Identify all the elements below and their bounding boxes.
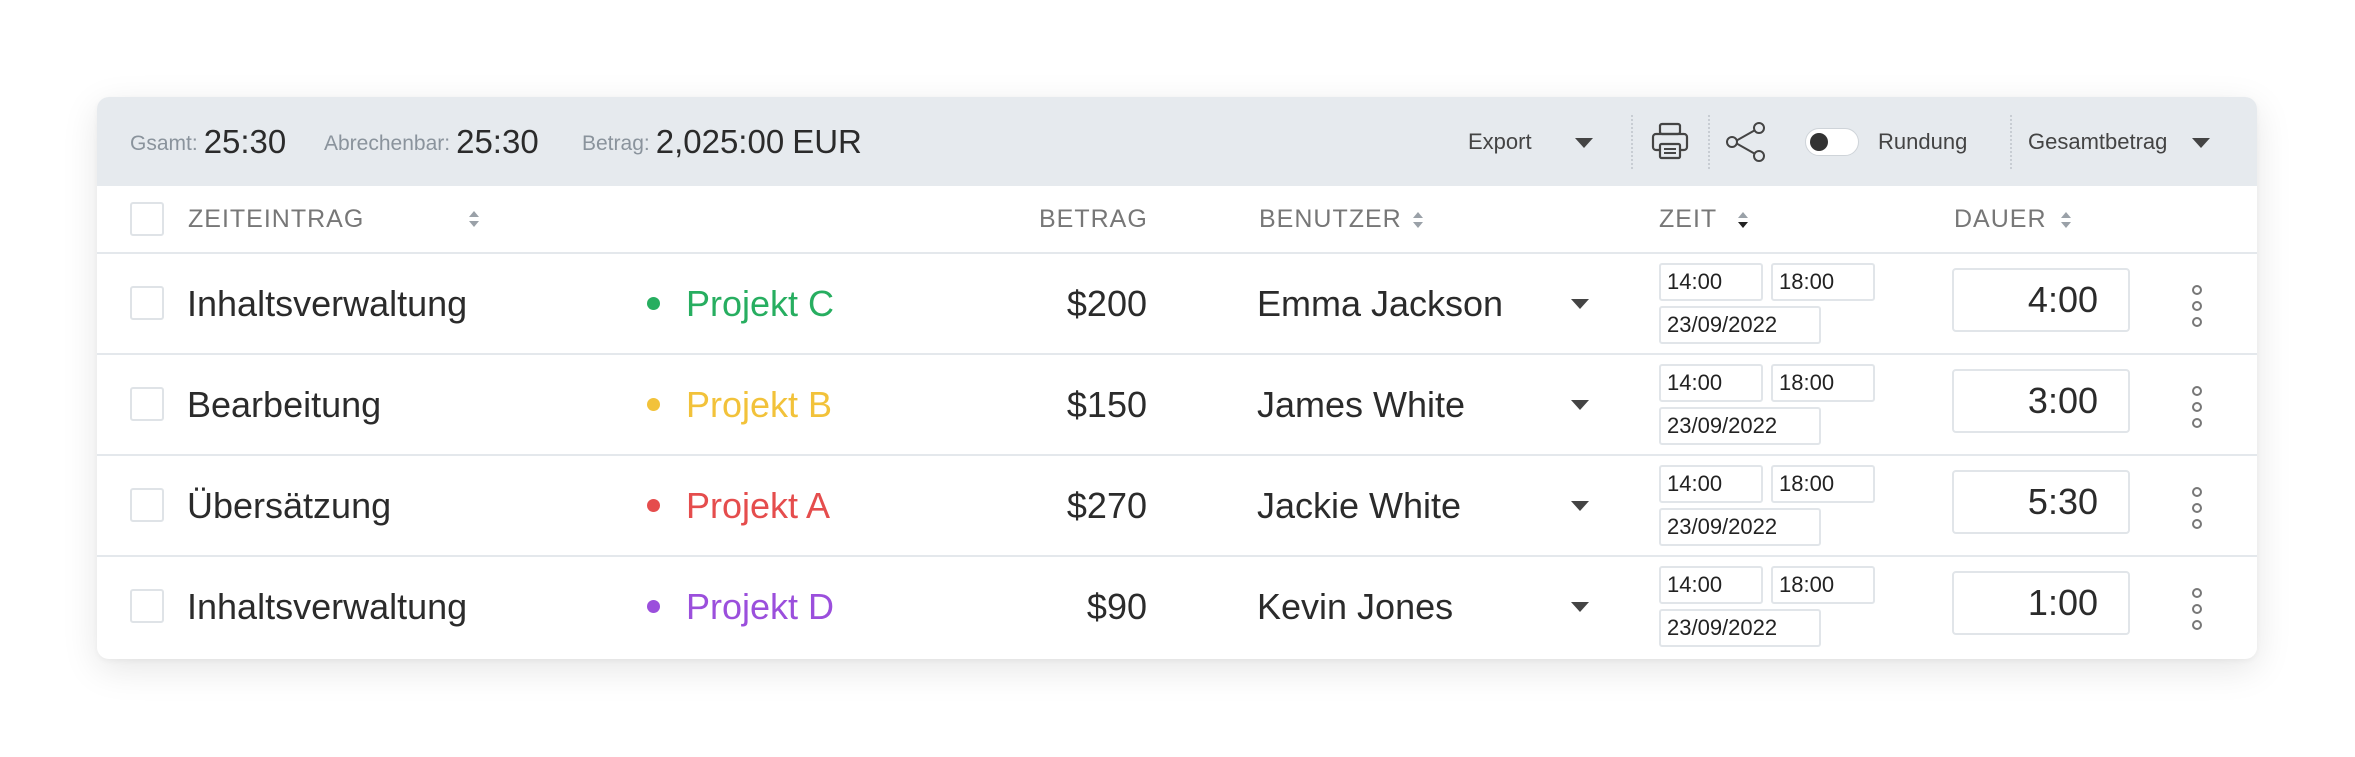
entry-description[interactable]: Übersätzung: [187, 456, 391, 555]
total-label: Gsamt:: [130, 131, 198, 155]
billable-label: Abrechenbar:: [324, 131, 451, 155]
chevron-down-icon: [1575, 138, 1593, 148]
column-header-amount: BETRAG: [1039, 204, 1148, 233]
project-color-dot: [647, 600, 660, 613]
row-checkbox[interactable]: [130, 387, 164, 421]
sort-icon[interactable]: [1412, 210, 1424, 230]
entry-amount: $200: [1066, 282, 1147, 324]
table-header: ZEITEINTRAG BETRAG BENUTZER ZEIT DAUER: [97, 186, 2257, 254]
rounding-toggle[interactable]: [1805, 128, 1859, 156]
row-checkbox[interactable]: [130, 488, 164, 522]
user-name[interactable]: Emma Jackson: [1257, 254, 1503, 353]
duration-input[interactable]: 5:30: [1952, 470, 2130, 534]
start-time-input[interactable]: 14:00: [1659, 263, 1763, 301]
total-summary: Gsamt: 25:30: [130, 97, 286, 186]
total-value: 25:30: [203, 122, 287, 160]
project-color-dot: [647, 499, 660, 512]
project-label[interactable]: Projekt C: [647, 254, 834, 353]
project-label[interactable]: Projekt A: [647, 456, 830, 555]
chevron-down-icon: [2192, 138, 2210, 148]
project-label[interactable]: Projekt D: [647, 557, 834, 656]
start-time-input[interactable]: 14:00: [1659, 465, 1763, 503]
project-name: Projekt B: [686, 383, 833, 425]
amount-summary: Betrag: 2,025:00 EUR: [582, 97, 862, 186]
duration-input[interactable]: 4:00: [1952, 268, 2130, 332]
amount-label: Betrag:: [582, 131, 650, 155]
printer-icon[interactable]: [1650, 121, 1690, 161]
more-options-icon[interactable]: [2191, 284, 2203, 328]
more-options-icon[interactable]: [2191, 486, 2203, 530]
start-time-input[interactable]: 14:00: [1659, 364, 1763, 402]
table-row: Bearbeitung Projekt B $150 James White 1…: [97, 355, 2257, 456]
date-input[interactable]: 23/09/2022: [1659, 407, 1821, 445]
table-row: Inhaltsverwaltung Projekt C $200 Emma Ja…: [97, 254, 2257, 355]
row-checkbox[interactable]: [130, 286, 164, 320]
project-label[interactable]: Projekt B: [647, 355, 832, 454]
column-header-entry[interactable]: ZEITEINTRAG: [188, 186, 364, 252]
entry-amount: $90: [1086, 585, 1147, 627]
summary-toolbar: Gsamt: 25:30 Abrechenbar: 25:30 Betrag: …: [97, 97, 2257, 186]
project-name: Projekt C: [686, 282, 835, 324]
end-time-input[interactable]: 18:00: [1771, 263, 1875, 301]
billable-value: 25:30: [456, 122, 539, 160]
entry-description[interactable]: Bearbeitung: [187, 355, 381, 454]
select-all-checkbox[interactable]: [130, 202, 164, 236]
table-row: Übersätzung Projekt A $270 Jackie White …: [97, 456, 2257, 557]
project-color-dot: [647, 297, 660, 310]
duration-input[interactable]: 1:00: [1952, 571, 2130, 635]
end-time-input[interactable]: 18:00: [1771, 465, 1875, 503]
more-options-icon[interactable]: [2191, 385, 2203, 429]
time-entries-card: Gsamt: 25:30 Abrechenbar: 25:30 Betrag: …: [97, 97, 2257, 659]
user-name[interactable]: James White: [1257, 355, 1465, 454]
chevron-down-icon[interactable]: [1571, 400, 1589, 410]
end-time-input[interactable]: 18:00: [1771, 566, 1875, 604]
entry-amount: $270: [1066, 484, 1147, 526]
billable-summary: Abrechenbar: 25:30: [324, 97, 539, 186]
sort-desc-icon[interactable]: [1737, 210, 1749, 230]
row-checkbox[interactable]: [130, 589, 164, 623]
amount-currency: EUR: [792, 122, 862, 160]
entry-description[interactable]: Inhaltsverwaltung: [187, 254, 467, 353]
column-header-time[interactable]: ZEIT: [1659, 186, 1717, 252]
column-header-user[interactable]: BENUTZER: [1259, 186, 1402, 252]
date-input[interactable]: 23/09/2022: [1659, 508, 1821, 546]
end-time-input[interactable]: 18:00: [1771, 364, 1875, 402]
sort-icon[interactable]: [2060, 210, 2072, 230]
duration-input[interactable]: 3:00: [1952, 369, 2130, 433]
share-icon[interactable]: [1724, 121, 1768, 163]
start-time-input[interactable]: 14:00: [1659, 566, 1763, 604]
column-header-duration[interactable]: DAUER: [1954, 186, 2047, 252]
chevron-down-icon[interactable]: [1571, 501, 1589, 511]
entry-amount: $150: [1066, 383, 1147, 425]
chevron-down-icon[interactable]: [1571, 602, 1589, 612]
divider: [1708, 115, 1710, 169]
user-name[interactable]: Kevin Jones: [1257, 557, 1453, 656]
date-input[interactable]: 23/09/2022: [1659, 609, 1821, 647]
user-name[interactable]: Jackie White: [1257, 456, 1461, 555]
total-select-label: Gesamtbetrag: [2028, 128, 2168, 154]
divider: [2010, 115, 2012, 169]
table-row: Inhaltsverwaltung Projekt D $90 Kevin Jo…: [97, 557, 2257, 658]
sort-icon[interactable]: [468, 209, 480, 229]
toggle-knob: [1810, 133, 1828, 151]
project-color-dot: [647, 398, 660, 411]
export-label: Export: [1468, 128, 1532, 154]
entry-description[interactable]: Inhaltsverwaltung: [187, 557, 467, 656]
divider: [1631, 115, 1633, 169]
date-input[interactable]: 23/09/2022: [1659, 306, 1821, 344]
more-options-icon[interactable]: [2191, 587, 2203, 631]
project-name: Projekt D: [686, 585, 835, 627]
chevron-down-icon[interactable]: [1571, 299, 1589, 309]
rounding-label: Rundung: [1878, 128, 1968, 154]
project-name: Projekt A: [686, 484, 831, 526]
amount-value: 2,025:00: [655, 122, 785, 160]
